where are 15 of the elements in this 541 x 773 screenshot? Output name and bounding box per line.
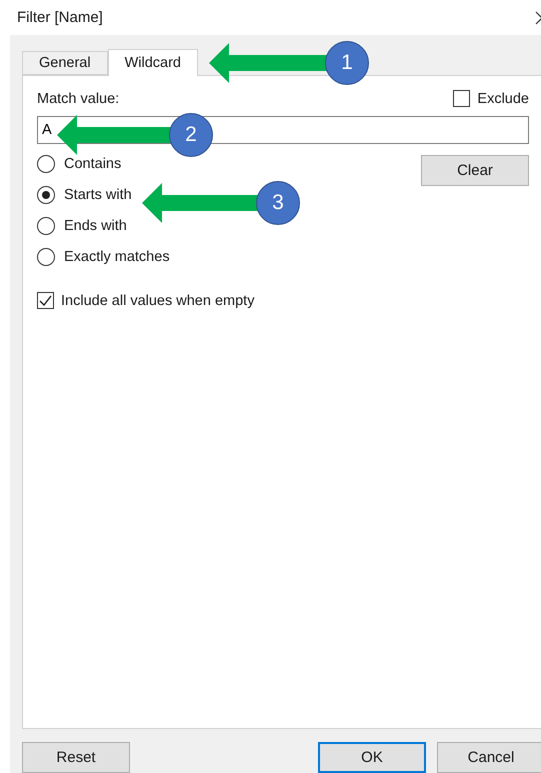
dialog-button[interactable]: Cancel [437, 742, 541, 773]
radio-option[interactable]: Starts with [37, 184, 132, 206]
radio-option[interactable]: Ends with [37, 215, 127, 237]
window-title: Filter [Name] [17, 9, 103, 26]
dialog-button[interactable]: Reset [22, 742, 130, 773]
tab[interactable]: General [22, 51, 108, 75]
radio-option[interactable]: Contains [37, 153, 122, 175]
check-icon [39, 295, 52, 306]
exclude-checkbox[interactable]: Exclude [453, 90, 529, 107]
clear-button[interactable]: Clear [421, 155, 529, 186]
tab[interactable]: Wildcard [108, 49, 198, 76]
dialog-button[interactable]: OK [318, 742, 426, 773]
radio-option[interactable]: Exactly matches [37, 246, 170, 268]
match-value-label: Match value: [37, 90, 120, 106]
include-empty-checkbox[interactable]: Include all values when empty [37, 292, 541, 309]
